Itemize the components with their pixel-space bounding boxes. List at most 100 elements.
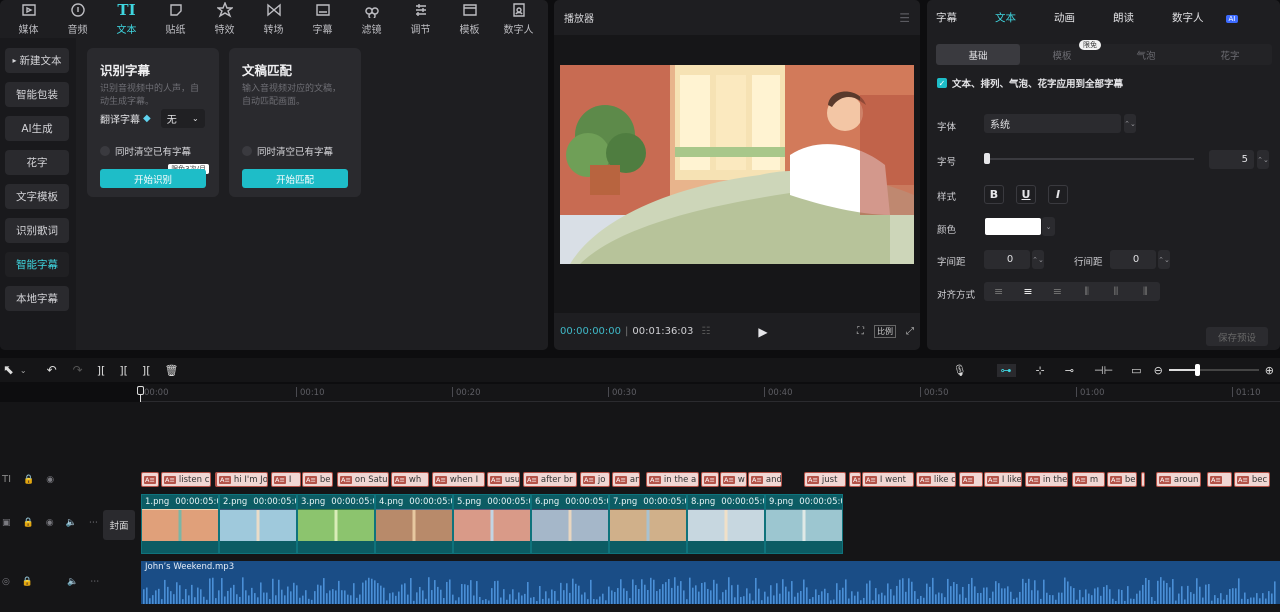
subtitle-clip[interactable]: A≡ m <box>1072 472 1105 487</box>
sidenav-item[interactable]: 花字 <box>5 150 69 175</box>
underline-button[interactable]: U <box>1016 185 1036 204</box>
vertical-align-top-icon[interactable]: ⦀ <box>1072 282 1101 301</box>
align-center-icon[interactable]: ≡ <box>1013 282 1042 301</box>
color-dropdown-icon[interactable]: ⌄ <box>1042 217 1055 236</box>
toolbar-adjust-button[interactable]: 调节 <box>396 0 445 38</box>
toolbar-audio-button[interactable]: 音频 <box>53 0 102 38</box>
bold-button[interactable]: B <box>984 185 1004 204</box>
timeline-ruler[interactable]: 00:00 00:10 00:20 00:30 00:40 00:50 01:00 01:10 <box>140 384 1280 402</box>
eye-icon[interactable]: ◉ <box>46 475 54 485</box>
sidenav-item[interactable]: 文字模板 <box>5 184 69 209</box>
recognize-card[interactable]: 识别字幕 识别音视频中的人声，自动生成字幕。 翻译字幕 ◆ 无 ⌄ 同时清空已有字… <box>87 48 219 197</box>
subtitle-clip[interactable]: A≡ aroun <box>1156 472 1201 487</box>
font-spinner-icon[interactable]: ⌃⌄ <box>1124 114 1136 133</box>
audio-clip[interactable]: John’s Weekend.mp3 <box>141 561 1280 604</box>
link-icon[interactable]: ⊸ <box>1065 364 1074 377</box>
line-spacing-input[interactable]: 0 <box>1110 250 1156 269</box>
char-spacing-input[interactable]: 0 <box>984 250 1030 269</box>
split-icon[interactable]: ][ <box>97 364 106 377</box>
property-tab[interactable]: 数字人 AI <box>1172 10 1257 25</box>
text-subtab[interactable]: 气泡 <box>1104 44 1188 65</box>
toolbar-filter-button[interactable]: 滤镜 <box>347 0 396 38</box>
video-clip[interactable]: 2.png 00:00:05:00 <box>219 494 297 554</box>
split-right-icon[interactable]: ][ <box>142 364 151 377</box>
toolbar-transition-button[interactable]: 转场 <box>249 0 298 38</box>
subtitle-clip[interactable]: A≡ be <box>302 472 333 487</box>
subtitle-clip[interactable]: A≡ in the a <box>646 472 699 487</box>
chevron-down-icon[interactable]: ⌄ <box>20 366 27 375</box>
main-track-magnet-icon[interactable]: ⊶ <box>996 363 1016 377</box>
subtitle-clip[interactable]: A≡bec <box>1107 472 1137 487</box>
split-left-icon[interactable]: ][ <box>119 364 128 377</box>
subtitle-clip[interactable]: A≡ <box>701 472 719 487</box>
preview-area[interactable] <box>554 35 920 313</box>
toolbar-template-button[interactable]: 模板 <box>445 0 494 38</box>
sidenav-item[interactable]: 智能字幕 <box>5 252 69 277</box>
vertical-align-bottom-icon[interactable]: ⦀ <box>1131 282 1160 301</box>
sidenav-item[interactable]: ▸ 新建文本 <box>5 48 69 73</box>
playhead-handle[interactable] <box>137 386 144 395</box>
subtitle-clip[interactable]: A≡ I <box>271 472 301 487</box>
cover-button[interactable]: 封面 <box>103 510 135 540</box>
video-clip[interactable]: 3.png 00:00:05:00 <box>297 494 375 554</box>
subtitle-clip[interactable]: A≡ an <box>612 472 640 487</box>
subtitle-clip[interactable]: A≡ like cl <box>916 472 956 487</box>
property-tab[interactable]: 动画 <box>1054 10 1094 25</box>
menu-icon[interactable]: ☰ <box>899 11 910 25</box>
sidenav-item[interactable]: 识别歌词 <box>5 218 69 243</box>
ratio-button[interactable]: 比例 <box>874 325 896 338</box>
property-tab[interactable]: 朗读 <box>1113 10 1153 25</box>
toolbar-media-button[interactable]: 媒体 <box>4 0 53 38</box>
video-clip[interactable]: 9.png 00:00:05:00 <box>765 494 843 554</box>
lock-icon[interactable]: 🔒 <box>23 518 34 528</box>
zoom-slider[interactable] <box>1168 364 1259 376</box>
subtitle-clip[interactable]: A≡ wh <box>391 472 429 487</box>
align-left-icon[interactable]: ≡ <box>984 282 1013 301</box>
lock-icon[interactable]: 🔒 <box>23 475 34 485</box>
subtitle-clip[interactable]: A≡ hi I'm Jo <box>216 472 268 487</box>
char-spacing-spinner-icon[interactable]: ⌃⌄ <box>1032 250 1044 269</box>
subtitle-clip[interactable]: A≡ I went <box>862 472 914 487</box>
video-clip[interactable]: 4.png 00:00:05:00 <box>375 494 453 554</box>
match-clear-checkbox[interactable]: 同时清空已有字幕 <box>242 144 333 158</box>
auto-snap-icon[interactable]: ⊹ <box>1036 364 1045 377</box>
zoom-slider-handle[interactable] <box>1194 364 1200 376</box>
toolbar-sticker-button[interactable]: 贴纸 <box>151 0 200 38</box>
text-subtab[interactable]: 基础 <box>936 44 1020 65</box>
subtitle-clip[interactable]: A≡ on Satu <box>337 472 389 487</box>
size-spinner-icon[interactable]: ⌃⌄ <box>1257 150 1269 169</box>
italic-button[interactable]: I <box>1048 185 1068 204</box>
redo-icon[interactable]: ↷ <box>73 363 83 377</box>
volume-icon[interactable]: 🔈 <box>66 518 77 528</box>
zoom-in-icon[interactable]: ⊕ <box>1265 364 1274 377</box>
match-card[interactable]: 文稿匹配 输入音视频对应的文稿，自动匹配画面。 同时清空已有字幕 开始匹配 <box>229 48 361 197</box>
size-slider[interactable] <box>985 158 1194 160</box>
toolbar-text-button[interactable]: TI 文本 <box>102 0 151 38</box>
video-clip[interactable]: 8.png 00:00:05:00 <box>687 494 765 554</box>
save-preset-button[interactable]: 保存预设 <box>1206 327 1268 346</box>
subtitle-clip[interactable]: A≡ <box>959 472 983 487</box>
toolbar-effects-button[interactable]: 特效 <box>200 0 249 38</box>
toolbar-digital-human-button[interactable]: 数字人 <box>494 0 543 38</box>
subtitle-clip[interactable]: A≡ <box>849 472 861 487</box>
translate-select[interactable]: 无 ⌄ <box>160 109 205 128</box>
font-select[interactable]: 系统 <box>984 114 1121 133</box>
property-tab[interactable]: 字幕 <box>936 10 976 25</box>
eye-icon[interactable]: ◉ <box>46 518 54 528</box>
subtitle-clip[interactable]: A≡ <box>141 472 159 487</box>
start-recognize-button[interactable]: 开始识别 <box>100 169 206 188</box>
size-input[interactable]: 5 <box>1209 150 1254 169</box>
subtitle-clip[interactable]: A≡ <box>1141 472 1145 487</box>
recognize-clear-checkbox[interactable]: 同时清空已有字幕 <box>100 144 191 158</box>
preview-axis-icon[interactable]: ⊣⊢ <box>1094 364 1113 377</box>
subtitle-clip[interactable]: A≡I like t <box>984 472 1022 487</box>
start-match-button[interactable]: 开始匹配 <box>242 169 348 188</box>
volume-icon[interactable]: 🔈 <box>67 577 78 587</box>
apply-all-checkbox[interactable]: ✓ 文本、排列、气泡、花字应用到全部字幕 <box>937 76 1123 90</box>
sidenav-item[interactable]: AI生成 <box>5 116 69 141</box>
subtitle-clip[interactable]: A≡ after br <box>523 472 577 487</box>
align-right-icon[interactable]: ≡ <box>1043 282 1072 301</box>
caption-preview-icon[interactable]: ▭ <box>1131 364 1141 377</box>
video-clip[interactable]: 6.png 00:00:05:00 <box>531 494 609 554</box>
undo-icon[interactable]: ↶ <box>47 363 57 377</box>
